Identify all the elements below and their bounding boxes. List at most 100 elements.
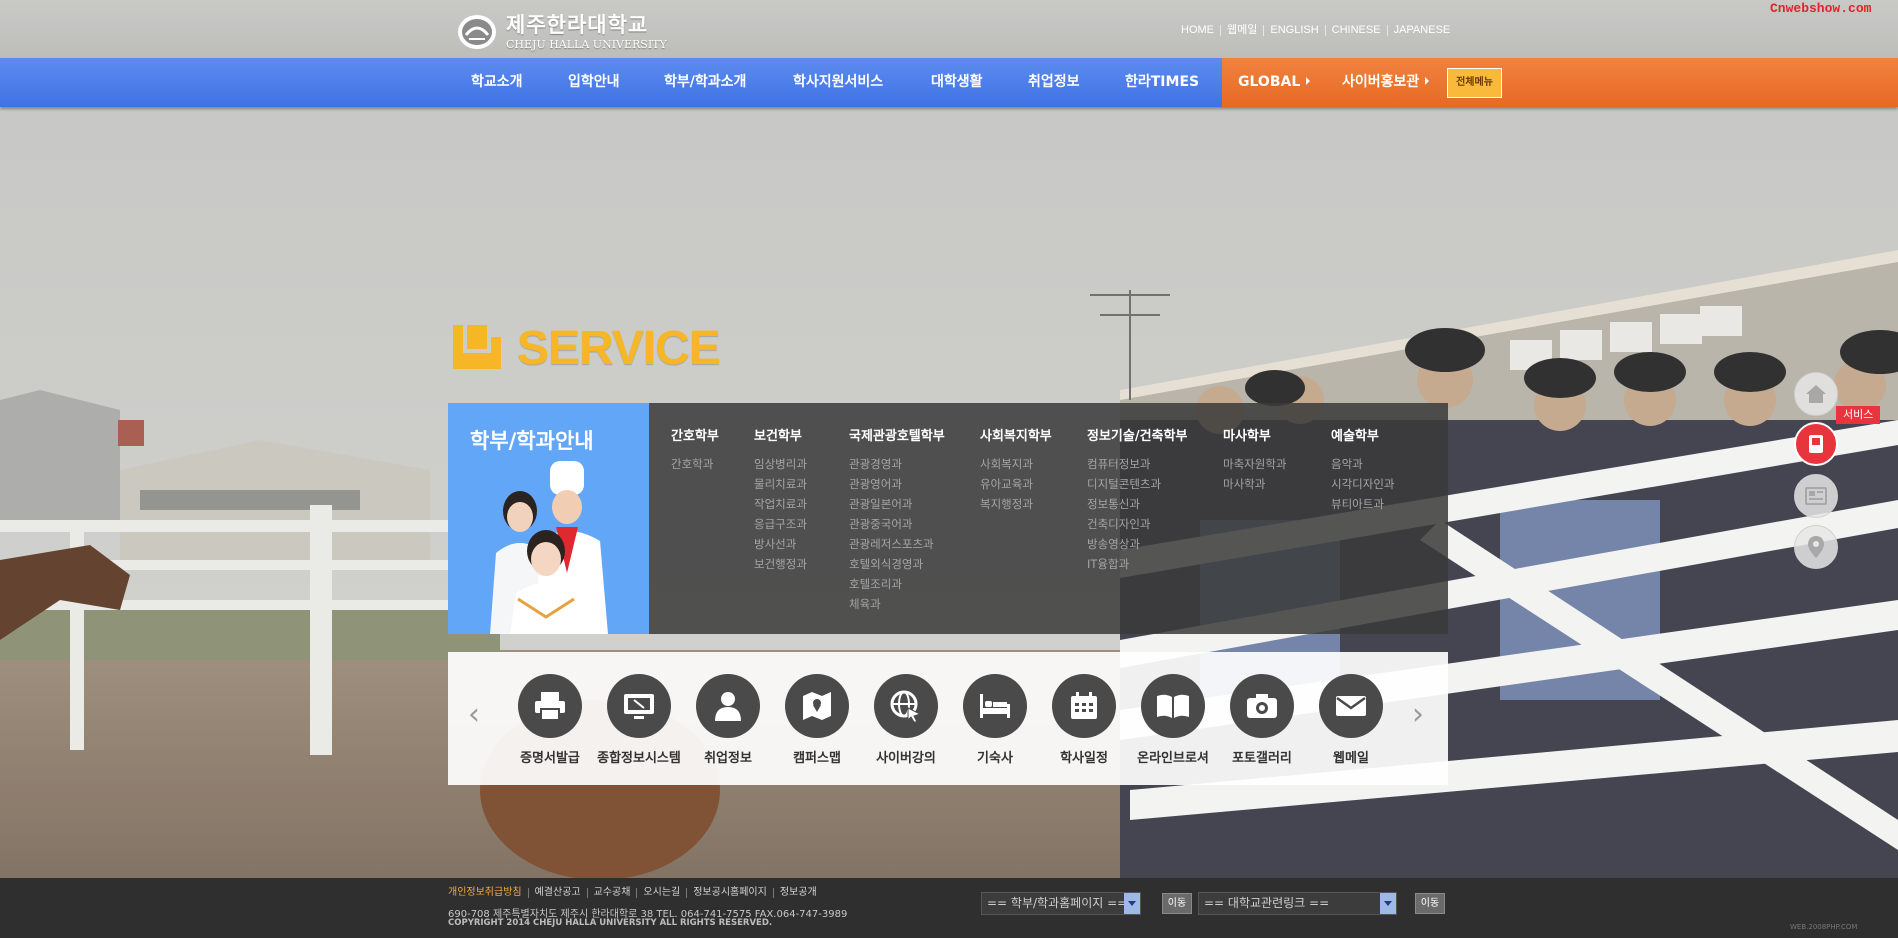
dept-link[interactable]: 물리치료과 <box>754 474 807 494</box>
service-title: SERVICE <box>517 322 721 375</box>
footer-link-faculty-recruit[interactable]: 교수공채 <box>586 888 637 898</box>
quick-link-campus-map[interactable]: 캠퍼스맵 <box>773 674 861 766</box>
prev-arrow-icon[interactable]: ‹ <box>468 700 480 730</box>
dept-link[interactable]: 관광영어과 <box>849 474 945 494</box>
service-icon[interactable] <box>1794 422 1838 466</box>
nav-orange-section: GLOBAL 사이버홍보관 전체메뉴 <box>1222 58 1898 107</box>
dept-link[interactable]: 사회복지과 <box>980 454 1052 474</box>
webmail-link[interactable]: 웹메일 <box>1220 25 1263 36</box>
nav-item-campus-life[interactable]: 대학생활 <box>931 58 983 107</box>
home-link[interactable]: HOME <box>1181 25 1220 36</box>
nav-item-jobs[interactable]: 취업정보 <box>1028 58 1080 107</box>
dept-link[interactable]: 마사학과 <box>1223 474 1286 494</box>
dept-link[interactable]: 관광중국어과 <box>849 514 945 534</box>
dept-link[interactable]: 임상병리과 <box>754 454 807 474</box>
dept-link[interactable]: 보건행정과 <box>754 554 807 574</box>
dept-link[interactable]: 정보통신과 <box>1087 494 1187 514</box>
footer-link-privacy[interactable]: 개인정보취급방침 <box>448 888 528 898</box>
quick-link-photo-gallery[interactable]: 포토갤러리 <box>1218 674 1306 766</box>
dept-title[interactable]: 사회복지학부 <box>980 425 1052 444</box>
nav-cyber-label: 사이버홍보관 <box>1342 74 1420 90</box>
dept-link[interactable]: 호텔조리과 <box>849 574 945 594</box>
location-icon[interactable] <box>1794 525 1838 569</box>
departments-list: 간호학부 간호학과 보건학부 임상병리과 물리치료과 작업치료과 응급구조과 방… <box>649 403 1448 634</box>
chevron-down-icon <box>1380 893 1396 914</box>
dept-link[interactable]: 체육과 <box>849 594 945 614</box>
dept-equine: 마사학부 마축자원학과 마사학과 <box>1223 425 1286 494</box>
dept-link[interactable]: 복지행정과 <box>980 494 1052 514</box>
all-menu-button[interactable]: 전체메뉴 <box>1447 68 1502 98</box>
go-button[interactable]: 이동 <box>1415 893 1445 914</box>
dept-title[interactable]: 예술학부 <box>1331 425 1394 444</box>
dept-link[interactable]: 음악과 <box>1331 454 1394 474</box>
nav-item-departments[interactable]: 학부/학과소개 <box>664 58 746 107</box>
quick-link-certificate[interactable]: 증명서발급 <box>506 674 594 766</box>
watermark-text: Cnwebshow.com <box>1770 1 1872 16</box>
dept-link[interactable]: 마축자원학과 <box>1223 454 1286 474</box>
select-value: == 학부/학과홈페이지 == <box>987 896 1128 910</box>
mail-icon <box>1319 674 1383 738</box>
home-icon[interactable] <box>1794 372 1838 416</box>
dept-title[interactable]: 국제관광호텔학부 <box>849 425 945 444</box>
dept-link[interactable]: 디지털콘텐츠과 <box>1087 474 1187 494</box>
nav-item-academic-services[interactable]: 학사지원서비스 <box>793 58 883 107</box>
nav-item-admission[interactable]: 입학안내 <box>568 58 620 107</box>
dept-tourism-hotel: 국제관광호텔학부 관광경영과 관광영어과 관광일본어과 관광중국어과 관광레저스… <box>849 425 945 614</box>
quick-link-label: 취업정보 <box>704 751 752 766</box>
japanese-link[interactable]: JAPANESE <box>1386 25 1457 36</box>
footer-link-directions[interactable]: 오시는길 <box>636 888 686 898</box>
dept-title[interactable]: 정보기술/건축학부 <box>1087 425 1187 444</box>
dept-title[interactable]: 간호학부 <box>671 425 719 444</box>
nav-item-global[interactable]: GLOBAL <box>1238 58 1311 107</box>
quick-link-dormitory[interactable]: 기숙사 <box>951 674 1039 766</box>
quick-link-webmail[interactable]: 웹메일 <box>1307 674 1395 766</box>
footer-link-info-release[interactable]: 정보공개 <box>772 888 823 898</box>
related-links-select[interactable]: == 대학교관련링크 == <box>1198 892 1397 915</box>
nav-item-cyber-pr[interactable]: 사이버홍보관 <box>1342 58 1430 107</box>
quick-link-info-system[interactable]: 종합정보시스템 <box>595 674 683 766</box>
camera-icon <box>1230 674 1294 738</box>
dept-link[interactable]: 간호학과 <box>671 454 719 474</box>
next-arrow-icon[interactable]: › <box>1412 700 1424 730</box>
main-navigation: 학교소개 입학안내 학부/학과소개 학사지원서비스 대학생활 취업정보 한라TI… <box>0 58 1898 107</box>
dept-link[interactable]: 건축디자인과 <box>1087 514 1187 534</box>
nav-item-about[interactable]: 학교소개 <box>471 58 523 107</box>
chinese-link[interactable]: CHINESE <box>1324 25 1387 36</box>
quick-link-brochure[interactable]: 온라인브로셔 <box>1129 674 1217 766</box>
dept-link[interactable]: 응급구조과 <box>754 514 807 534</box>
footer-link-disclosure-site[interactable]: 정보공시홈페이지 <box>686 888 773 898</box>
quick-link-jobs[interactable]: 취업정보 <box>684 674 772 766</box>
dept-link[interactable]: 방송영상과 <box>1087 534 1187 554</box>
dept-link[interactable]: 시각디자인과 <box>1331 474 1394 494</box>
footer-link-budget[interactable]: 예결산공고 <box>527 888 587 898</box>
quick-link-label: 증명서발급 <box>520 751 580 766</box>
dept-link[interactable]: 유아교육과 <box>980 474 1052 494</box>
service-tag: 서비스 <box>1836 406 1881 424</box>
dept-title[interactable]: 보건학부 <box>754 425 807 444</box>
department-homepage-select[interactable]: == 학부/학과홈페이지 == <box>981 892 1141 915</box>
chevron-down-icon <box>1124 893 1140 914</box>
quick-link-calendar[interactable]: 학사일정 <box>1040 674 1128 766</box>
university-logo[interactable]: 제주한라대학교 CHEJU HALLA UNIVERSITY <box>456 12 667 52</box>
go-button[interactable]: 이동 <box>1162 893 1192 914</box>
dept-link[interactable]: 관광레저스포츠과 <box>849 534 945 554</box>
quick-link-label: 웹메일 <box>1333 751 1369 766</box>
news-icon[interactable] <box>1794 474 1838 518</box>
dept-arts: 예술학부 음악과 시각디자인과 뷰티아트과 <box>1331 425 1394 514</box>
dept-link[interactable]: 뷰티아트과 <box>1331 494 1394 514</box>
quick-link-label: 사이버강의 <box>876 751 936 766</box>
dept-title[interactable]: 마사학부 <box>1223 425 1286 444</box>
nav-item-halla-times[interactable]: 한라TIMES <box>1125 58 1199 107</box>
monitor-icon <box>607 674 671 738</box>
dept-link[interactable]: 방사선과 <box>754 534 807 554</box>
quick-link-cyber-lecture[interactable]: 사이버강의 <box>862 674 950 766</box>
dept-link[interactable]: 호텔외식경영과 <box>849 554 945 574</box>
departments-panel: 학부/학과안내 간호학부 간호학과 보건학부 임상병리과 물리치료과 작업치료과… <box>448 403 1448 634</box>
utility-links: HOME 웹메일 ENGLISH CHINESE JAPANESE <box>1181 25 1456 36</box>
dept-link[interactable]: 관광경영과 <box>849 454 945 474</box>
dept-link[interactable]: IT융합과 <box>1087 554 1187 574</box>
dept-link[interactable]: 컴퓨터정보과 <box>1087 454 1187 474</box>
english-link[interactable]: ENGLISH <box>1263 25 1324 36</box>
dept-link[interactable]: 관광일본어과 <box>849 494 945 514</box>
dept-link[interactable]: 작업치료과 <box>754 494 807 514</box>
